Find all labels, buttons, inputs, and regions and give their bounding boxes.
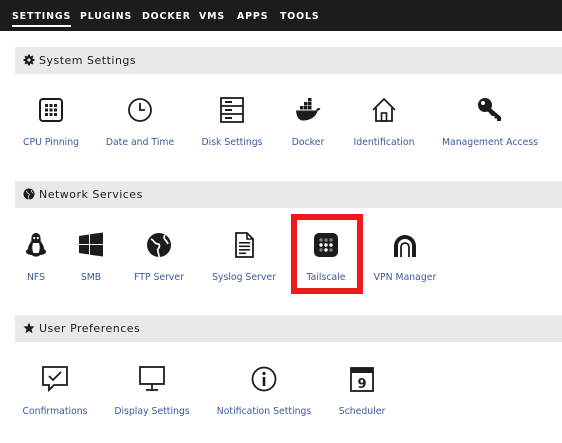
tile-label: Management Access [441,137,539,148]
section-header-network-services: Network Services [15,181,562,208]
confirm-icon [42,366,68,392]
nav-plugins[interactable]: PLUGINS [80,0,132,31]
tile-label: Notification Settings [216,406,312,417]
nav-vms[interactable]: VMS [199,0,225,31]
nav-docker[interactable]: DOCKER [142,0,191,31]
tile-label: Date and Time [105,137,175,148]
key-icon [478,98,501,121]
vpn-arch-icon [394,235,416,257]
docker-icon [296,98,321,121]
tile-confirmations[interactable]: Confirmations [3,366,107,430]
nav-apps[interactable]: APPS [237,0,268,31]
globe-icon [147,233,171,258]
home-icon [372,97,396,122]
nav-settings[interactable]: SETTINGS [12,0,72,31]
cpu-icon [39,98,63,122]
gear-icon [23,54,35,66]
tile-vpn-manager[interactable]: VPN Manager [353,232,457,296]
tile-display-settings[interactable]: Display Settings [100,366,204,430]
section-title-user-preferences: User Preferences [39,322,141,335]
clock-icon [128,98,152,122]
monitor-icon [139,366,165,391]
windows-icon [79,232,103,257]
tile-scheduler[interactable]: 9 Scheduler [310,366,414,430]
nav-tools[interactable]: TOOLS [280,0,320,31]
tile-management-access[interactable]: Management Access [438,97,542,161]
svg-text:9: 9 [357,377,366,392]
section-header-user-preferences: User Preferences [15,315,562,342]
section-title-system-settings: System Settings [39,54,137,67]
section-title-network-services: Network Services [39,188,143,201]
star-icon [23,322,35,334]
tailscale-highlight-box [291,214,363,294]
tile-label: Identification [353,137,415,148]
info-icon [251,366,277,392]
tile-label: Confirmations [22,406,88,417]
section-header-system-settings: System Settings [15,47,562,74]
document-icon [235,232,254,258]
tile-label: VPN Manager [373,272,437,283]
globe-icon [23,188,35,200]
tile-date-and-time[interactable]: Date and Time [88,97,192,161]
tile-label: Scheduler [338,406,386,417]
tile-label: Display Settings [114,406,190,417]
tile-identification[interactable]: Identification [332,97,436,161]
calendar-icon: 9 [350,367,374,392]
tile-notification-settings[interactable]: Notification Settings [212,366,316,430]
disk-icon [220,97,244,123]
top-navigation: SETTINGS PLUGINS DOCKER VMS APPS TOOLS [0,0,562,31]
